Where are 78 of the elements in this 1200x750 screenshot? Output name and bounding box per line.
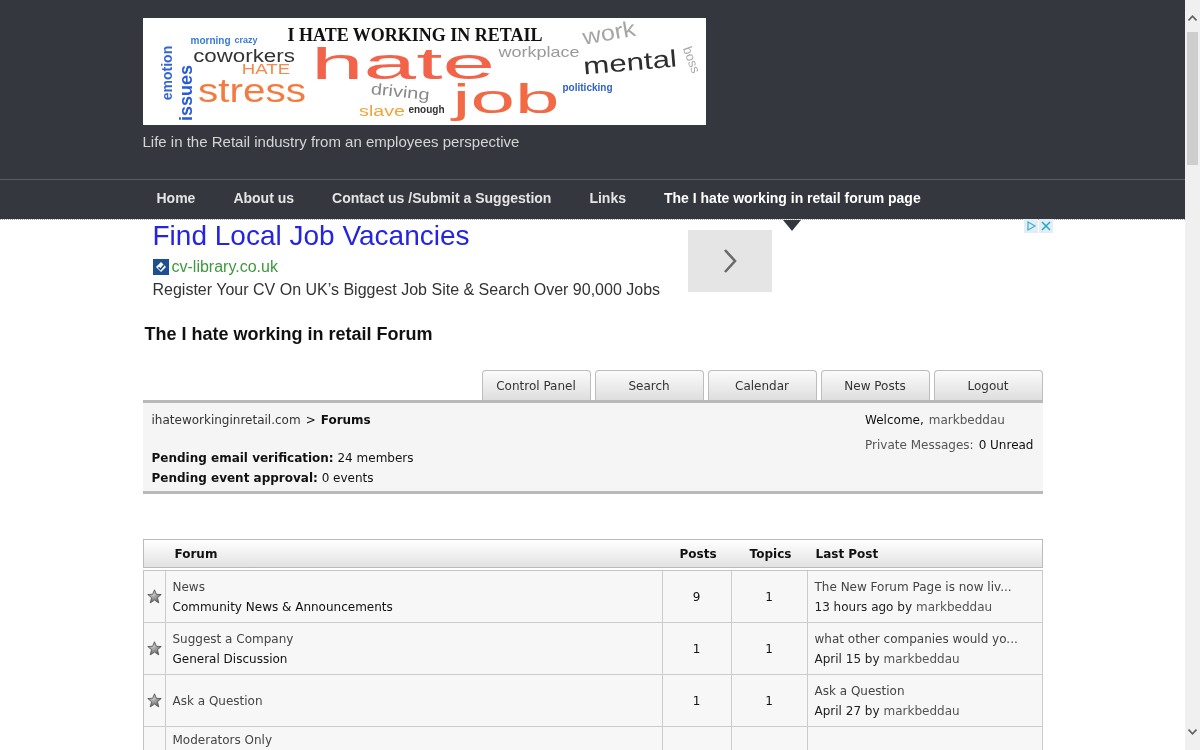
post-count: 1: [692, 692, 701, 710]
column-header: Topics: [749, 545, 792, 563]
forum-name-link[interactable]: Ask a Question: [172, 690, 263, 711]
nav-link[interactable]: About us: [219, 180, 309, 216]
play-triangle-icon[interactable]: [1023, 219, 1038, 233]
logo-word: HATE: [241, 64, 290, 76]
forum-tab-button[interactable]: New Posts: [820, 370, 930, 400]
nav-link[interactable]: Links: [575, 180, 640, 216]
welcome-text: Welcome,: [865, 412, 924, 429]
forum-name-link[interactable]: News: [172, 576, 205, 597]
logo-word: workplace: [498, 45, 580, 60]
last-post-author-link[interactable]: markbeddau: [883, 700, 960, 721]
chevron-down-icon[interactable]: [1188, 729, 1197, 735]
logo-word: issues: [178, 65, 193, 121]
check-badge-icon: [152, 259, 169, 275]
forum-name-link[interactable]: Suggest a Company: [172, 628, 294, 649]
column-header: Last Post: [814, 545, 879, 563]
breadcrumb-link[interactable]: ihateworkinginretail.com: [151, 410, 301, 430]
topic-count: 1: [765, 588, 773, 606]
pending-notice: Pending event approval: 0 events: [151, 470, 374, 487]
logo-word: driving: [369, 82, 431, 105]
chevron-up-icon[interactable]: [1188, 15, 1197, 21]
logo-word: mental: [582, 48, 677, 76]
last-post-date: April 15 by: [814, 650, 880, 668]
post-count: 1: [692, 640, 701, 658]
chevron-right-icon: [722, 248, 737, 274]
logo-title: I HATE WORKING IN RETAIL: [287, 28, 543, 43]
logo-word: boss: [680, 45, 701, 75]
forum-description: General Discussion: [172, 650, 288, 668]
ad-domain-link[interactable]: cv-library.co.uk: [171, 257, 278, 277]
logo-word: slave: [358, 106, 405, 118]
forum-name-link[interactable]: Moderators Only: [172, 733, 272, 748]
nav-link[interactable]: Contact us /Submit a Suggestion: [318, 180, 566, 216]
forum-description: Community News & Announcements: [172, 598, 393, 616]
logo-word: hate: [310, 46, 495, 83]
unread-count: 0 Unread: [978, 437, 1034, 454]
last-post-author-link[interactable]: markbeddau: [883, 648, 960, 669]
logo-word: coworkers: [192, 49, 295, 64]
logo-word: emotion: [162, 45, 174, 101]
logo-word: work: [580, 19, 637, 47]
scrollbar-track[interactable]: [1185, 0, 1200, 750]
star-icon: [146, 693, 162, 708]
logo-word: stress: [197, 77, 306, 105]
column-header: Posts: [679, 545, 717, 563]
column-header: Forum: [173, 545, 218, 563]
close-icon[interactable]: [1038, 219, 1053, 233]
nav-link[interactable]: Home: [142, 180, 210, 216]
star-icon: [146, 641, 162, 656]
last-post-date: April 27 by: [814, 702, 880, 720]
forum-tab-button[interactable]: Logout: [933, 370, 1043, 400]
nav-link[interactable]: The I hate working in retail forum page: [650, 180, 935, 216]
logo-word: morning: [190, 37, 231, 47]
last-post-link[interactable]: The New Forum Page is now liv...: [814, 576, 1012, 597]
topic-count: 1: [765, 692, 773, 710]
username-link[interactable]: markbeddau: [928, 410, 1005, 430]
forum-tab-button[interactable]: Control Panel: [481, 370, 591, 400]
ad-description: Register Your CV On UK’s Biggest Job Site & Search Over 90,000 Jobs: [152, 280, 661, 300]
logo-word: job: [452, 83, 560, 123]
logo-word: crazy: [234, 36, 258, 45]
breadcrumb-current: Forums: [320, 412, 371, 429]
star-icon: [146, 589, 162, 604]
breadcrumb-separator: >: [305, 412, 316, 429]
last-post-link[interactable]: what other companies would yo...: [814, 628, 1018, 649]
pending-notice: Pending email verification: 24 members: [151, 450, 414, 467]
scrollbar-thumb[interactable]: [1187, 32, 1198, 165]
private-messages-link[interactable]: Private Messages:: [865, 435, 974, 455]
topic-count: 1: [765, 640, 773, 658]
forum-tab-button[interactable]: Search: [594, 370, 704, 400]
page-heading: The I hate working in retail Forum: [144, 323, 433, 345]
forum-tab-button[interactable]: Calendar: [707, 370, 817, 400]
site-tagline: Life in the Retail industry from an employees perspective: [142, 133, 520, 150]
last-post-author-link[interactable]: markbeddau: [916, 596, 993, 617]
logo-word: enough: [408, 106, 445, 116]
logo-word: politicking: [562, 84, 613, 94]
last-post-link[interactable]: Ask a Question: [814, 680, 905, 701]
post-count: 9: [692, 588, 701, 606]
last-post-date: 13 hours ago by: [814, 598, 912, 616]
ad-headline-link[interactable]: Find Local Job Vacancies: [152, 220, 470, 252]
